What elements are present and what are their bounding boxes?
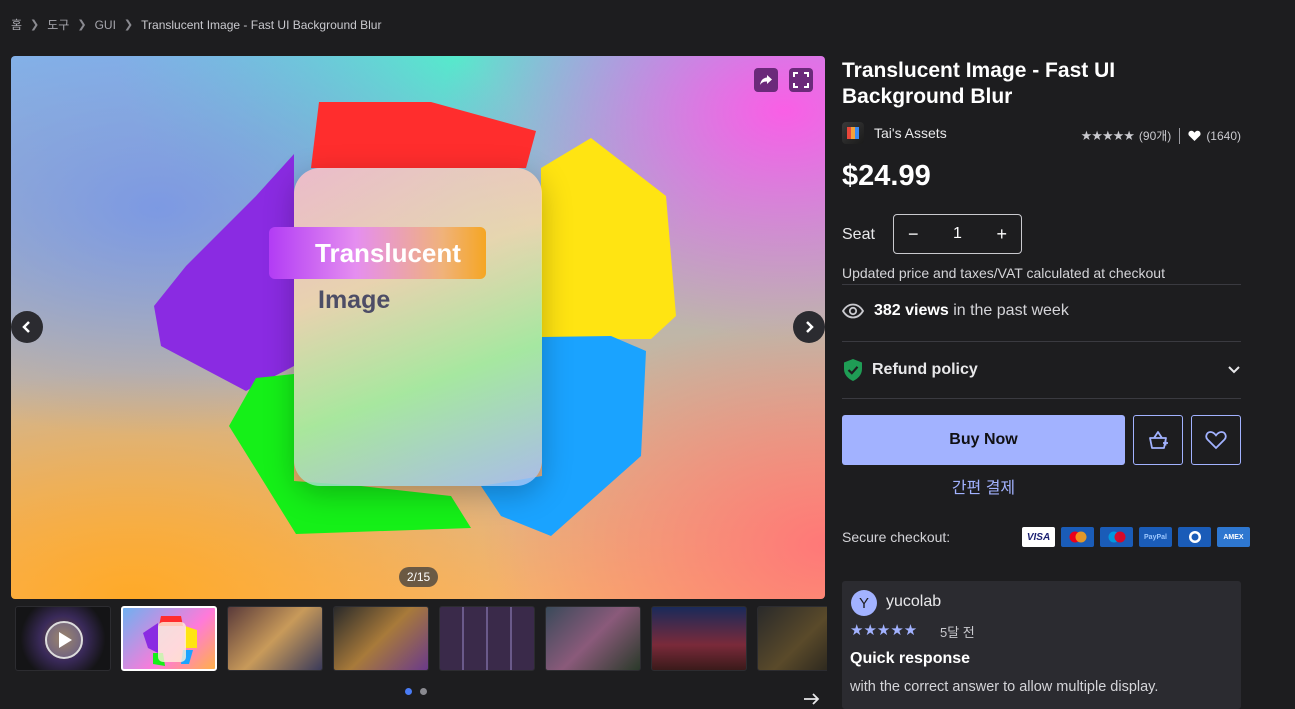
chevron-right-icon: ❯ <box>77 19 87 31</box>
divider <box>1179 127 1181 144</box>
views-suffix: in the past week <box>953 302 1069 319</box>
amex-icon: AMEX <box>1217 527 1250 547</box>
review-username[interactable]: yucolab <box>886 593 941 611</box>
carousel-dot[interactable] <box>420 688 427 695</box>
publisher-name: Tai's Assets <box>874 125 947 141</box>
review-card: Y yucolab ★★★★★ 5달 전 Quick response with… <box>842 581 1241 709</box>
chevron-left-icon <box>22 321 30 333</box>
breadcrumb-tools[interactable]: 도구 <box>47 16 69 33</box>
breadcrumb-gui[interactable]: GUI <box>95 18 116 32</box>
share-button[interactable] <box>754 68 778 92</box>
thumbnail-image[interactable] <box>333 606 429 671</box>
prev-image-button[interactable] <box>11 311 43 343</box>
price: $24.99 <box>842 160 931 192</box>
thumbnail-image[interactable] <box>545 606 641 671</box>
divider <box>842 284 1241 285</box>
product-title: Translucent Image - Fast UI Background B… <box>842 59 1116 108</box>
chevron-right-icon <box>806 321 814 333</box>
fullscreen-icon <box>793 72 809 88</box>
thumbnail-image[interactable] <box>757 606 827 671</box>
seat-label: Seat <box>842 226 875 243</box>
mastercard-logo-icon <box>1069 531 1086 543</box>
chevron-down-icon <box>1228 366 1240 374</box>
secure-checkout-label: Secure checkout: <box>842 529 951 545</box>
publisher-logo-icon <box>847 127 859 139</box>
image-counter: 2/15 <box>399 567 438 587</box>
thumbnail-image[interactable] <box>121 606 217 671</box>
publisher-logo <box>842 122 864 144</box>
seat-quantity-value[interactable]: 1 <box>953 225 962 243</box>
avatar: Y <box>851 590 877 616</box>
share-icon <box>760 75 772 85</box>
seat-decrement-button[interactable]: − <box>908 224 919 245</box>
rating-summary: ★★★★★ (90개) (1640) <box>1081 127 1241 144</box>
shield-check-icon <box>844 359 862 381</box>
glass-card <box>294 168 542 486</box>
maestro-icon <box>1100 527 1133 547</box>
hero-label-image: Image <box>318 286 391 314</box>
thumbnail-image[interactable] <box>227 606 323 671</box>
seat-increment-button[interactable]: + <box>996 224 1007 245</box>
mastercard-icon <box>1061 527 1094 547</box>
visa-icon: VISA <box>1022 527 1055 547</box>
thumbnail-image[interactable] <box>439 606 535 671</box>
eye-icon <box>842 303 864 319</box>
favorites-count: (1640) <box>1206 128 1241 143</box>
rating-stars: ★★★★★ <box>1080 127 1135 143</box>
next-image-button[interactable] <box>793 311 825 343</box>
breadcrumb-current: Translucent Image - Fast UI Background B… <box>141 17 382 32</box>
carousel-dots <box>405 688 427 695</box>
refund-policy-toggle[interactable]: Refund policy <box>842 358 1241 382</box>
review-stars: ★★★★★ <box>850 622 918 639</box>
diners-icon <box>1178 527 1211 547</box>
breadcrumb-home[interactable]: 홈 <box>11 16 22 33</box>
add-to-cart-button[interactable] <box>1133 415 1183 465</box>
main-product-image[interactable]: Translucent Image 2/15 <box>11 56 825 599</box>
review-body: with the correct answer to allow multipl… <box>850 679 1159 695</box>
hero-label-translucent: Translucent <box>269 227 486 279</box>
fullscreen-button[interactable] <box>789 68 813 92</box>
review-title: Quick response <box>850 650 971 667</box>
payment-methods: VISA PayPal AMEX <box>1022 527 1250 547</box>
seat-quantity-stepper: − 1 + <box>893 214 1022 254</box>
paypal-icon: PayPal <box>1139 527 1172 547</box>
views-count: 382 views <box>874 302 949 319</box>
breadcrumb: 홈 ❯ 도구 ❯ GUI ❯ Translucent Image - Fast … <box>11 16 381 33</box>
thumbnail-artwork <box>143 616 197 666</box>
thumbnail-strip <box>15 606 827 671</box>
thumbnail-video[interactable] <box>15 606 111 671</box>
buy-now-button[interactable]: Buy Now <box>842 415 1125 465</box>
cart-plus-icon <box>1149 431 1168 449</box>
heart-filled-icon <box>1188 130 1201 141</box>
add-to-wishlist-button[interactable] <box>1191 415 1241 465</box>
refund-policy-label: Refund policy <box>872 361 978 378</box>
quick-pay-link[interactable]: 간편 결제 <box>842 474 1125 498</box>
publisher-link[interactable]: Tai's Assets <box>842 122 947 144</box>
divider <box>842 398 1241 399</box>
chevron-right-icon: ❯ <box>123 19 134 31</box>
rating-count[interactable]: (90개) <box>1139 127 1171 144</box>
heart-icon <box>1205 431 1227 450</box>
diners-logo-icon <box>1188 531 1201 543</box>
views-info: 382 views in the past week <box>842 302 1069 320</box>
arrow-right-icon[interactable] <box>803 692 821 706</box>
thumbnail-image[interactable] <box>651 606 747 671</box>
play-icon <box>45 621 83 659</box>
tax-note: Updated price and taxes/VAT calculated a… <box>842 265 1165 281</box>
divider <box>842 341 1241 342</box>
maestro-logo-icon <box>1108 531 1125 543</box>
chevron-right-icon: ❯ <box>30 19 40 31</box>
carousel-dot-active[interactable] <box>405 688 412 695</box>
review-date: 5달 전 <box>940 625 975 640</box>
